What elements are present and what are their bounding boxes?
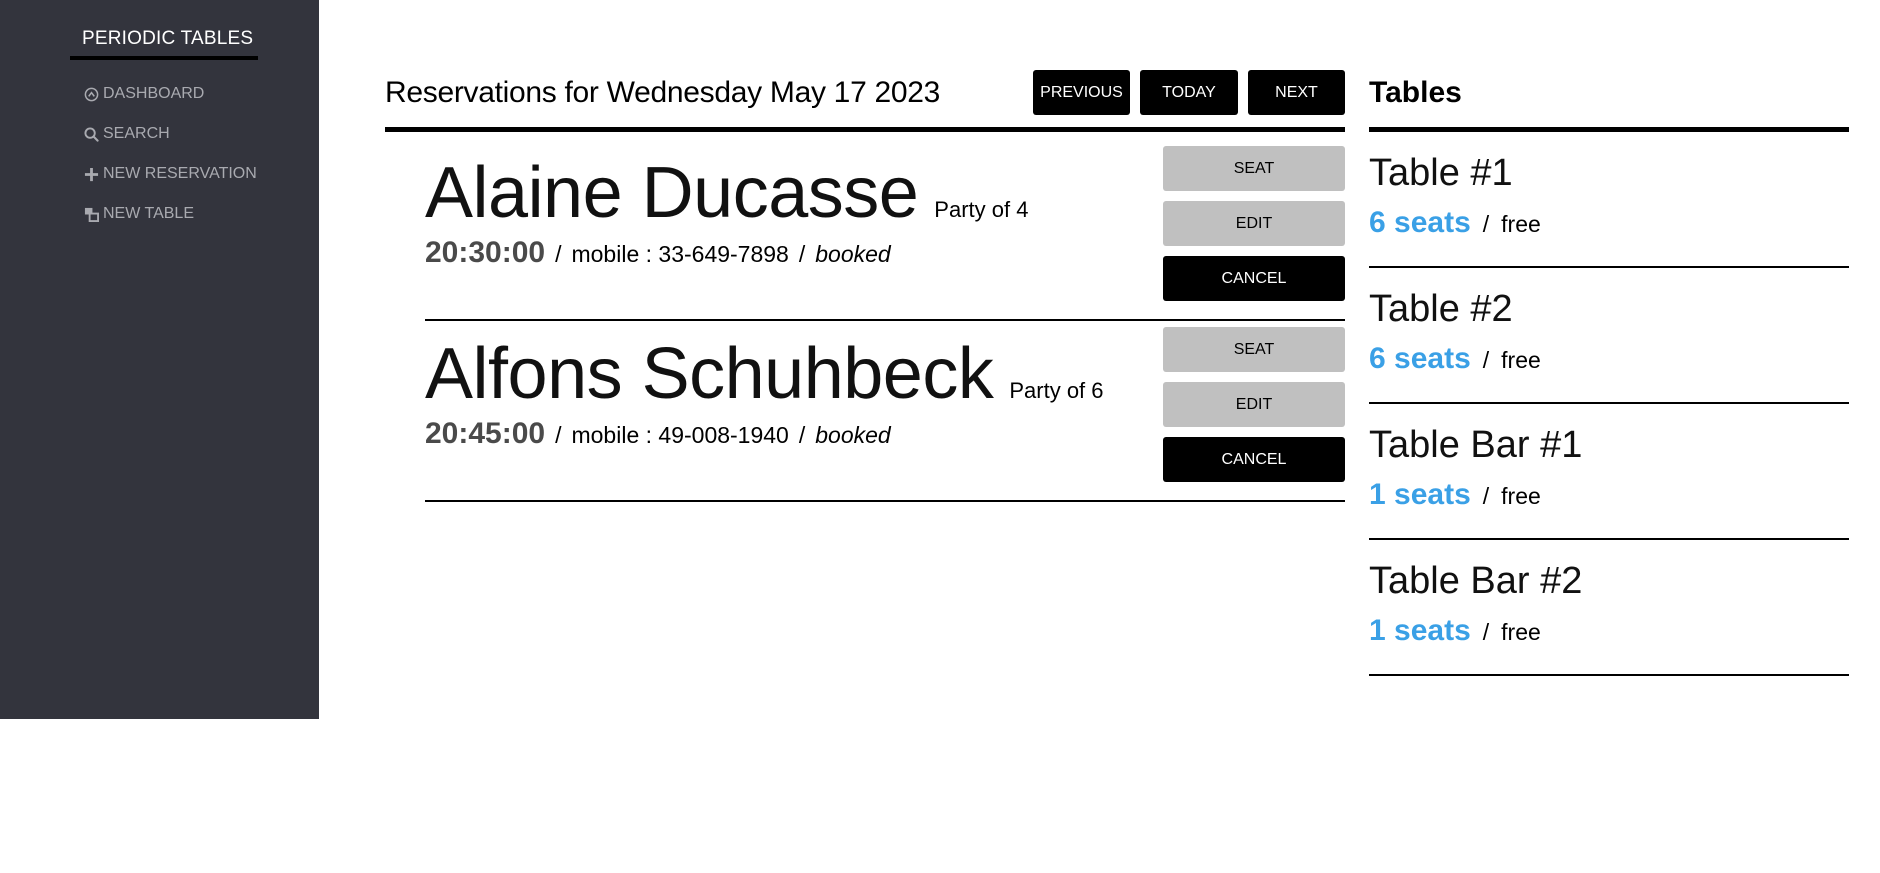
table-name: Table Bar #1 [1369, 424, 1583, 466]
reservation-name: Alfons Schuhbeck [425, 334, 994, 414]
tables-title: Tables [1369, 76, 1462, 109]
tables-panel: Tables Table #1 6 seats / free Table #2 6 … [1369, 70, 1849, 676]
separator: / [555, 422, 562, 448]
table-card: Table #1 6 seats / free [1369, 132, 1849, 268]
table-status: free [1501, 211, 1541, 237]
separator: / [1482, 619, 1490, 645]
reservation-name: Alaine Ducasse [425, 153, 919, 233]
table-name: Table #1 [1369, 152, 1513, 194]
plus-icon [82, 165, 100, 183]
search-icon [82, 125, 100, 143]
sidebar-item-label: NEW TABLE [103, 205, 194, 222]
sidebar-item-search[interactable]: SEARCH [82, 114, 257, 154]
reservation-time: 20:30:00 [425, 236, 546, 269]
reservation-status: booked [815, 241, 891, 267]
sidebar-item-dashboard[interactable]: DASHBOARD [82, 74, 257, 114]
separator: / [1482, 347, 1490, 373]
reservation-list: Alaine Ducasse Party of 4 20:30:00 / mobile… [425, 140, 1345, 502]
seat-button[interactable]: SEAT [1163, 146, 1345, 191]
table-name: Table Bar #2 [1369, 560, 1583, 602]
table-status: free [1501, 347, 1541, 373]
dashboard-icon [82, 85, 100, 103]
table-card: Table Bar #1 1 seats / free [1369, 404, 1849, 540]
edit-button[interactable]: EDIT [1163, 382, 1345, 427]
reservation-status: booked [815, 422, 891, 448]
tables-header: Tables [1369, 70, 1849, 132]
previous-button[interactable]: PREVIOUS [1033, 70, 1130, 115]
table-card: Table #2 6 seats / free [1369, 268, 1849, 404]
date-navigation: PREVIOUS TODAY NEXT [1033, 70, 1345, 115]
sidebar-nav: DASHBOARD SEARCH NEW RESERVATION NEW TAB… [82, 74, 257, 234]
table-status: free [1501, 483, 1541, 509]
next-button[interactable]: NEXT [1248, 70, 1345, 115]
reservation-time: 20:45:00 [425, 417, 546, 450]
brand-title[interactable]: PERIODIC TABLES [70, 28, 258, 60]
table-seats: 6 seats [1369, 206, 1471, 239]
separator: / [798, 241, 806, 267]
separator: / [798, 422, 806, 448]
seat-button[interactable]: SEAT [1163, 327, 1345, 372]
table-icon [82, 205, 100, 223]
table-seats: 1 seats [1369, 614, 1471, 647]
reservation-actions: SEAT EDIT CANCEL [1163, 327, 1345, 482]
cancel-button[interactable]: CANCEL [1163, 437, 1345, 482]
reservation-mobile: mobile : 33-649-7898 [571, 241, 789, 267]
separator: / [1482, 211, 1490, 237]
edit-button[interactable]: EDIT [1163, 201, 1345, 246]
reservation-card: Alaine Ducasse Party of 4 20:30:00 / mobile… [425, 140, 1345, 321]
sidebar-item-label: SEARCH [103, 125, 170, 142]
separator: / [555, 241, 562, 267]
table-seats: 1 seats [1369, 478, 1471, 511]
table-name: Table #2 [1369, 288, 1513, 330]
sidebar-item-label: NEW RESERVATION [103, 165, 257, 182]
reservations-header: Reservations for Wednesday May 17 2023 P… [385, 70, 1345, 132]
party-size: Party of 4 [934, 197, 1029, 222]
table-card: Table Bar #2 1 seats / free [1369, 540, 1849, 676]
separator: / [1482, 483, 1490, 509]
today-button[interactable]: TODAY [1140, 70, 1238, 115]
sidebar-item-label: DASHBOARD [103, 85, 205, 102]
table-status: free [1501, 619, 1541, 645]
sidebar: PERIODIC TABLES DASHBOARD SEARCH NEW RES… [0, 0, 319, 719]
reservation-actions: SEAT EDIT CANCEL [1163, 146, 1345, 301]
sidebar-item-new-table[interactable]: NEW TABLE [82, 194, 257, 234]
reservation-mobile: mobile : 49-008-1940 [571, 422, 789, 448]
cancel-button[interactable]: CANCEL [1163, 256, 1345, 301]
table-seats: 6 seats [1369, 342, 1471, 375]
page-title: Reservations for Wednesday May 17 2023 [385, 76, 941, 109]
reservation-card: Alfons Schuhbeck Party of 6 20:45:00 / mobi… [425, 321, 1345, 502]
party-size: Party of 6 [1009, 378, 1104, 403]
sidebar-item-new-reservation[interactable]: NEW RESERVATION [82, 154, 257, 194]
